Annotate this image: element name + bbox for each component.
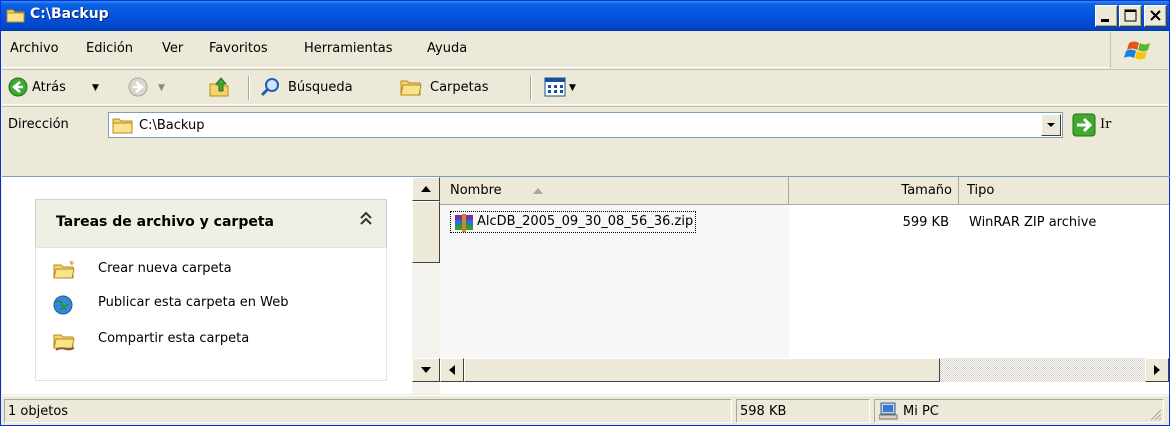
close-button[interactable] — [1144, 5, 1167, 27]
windows-logo — [1110, 32, 1168, 68]
go-label: Ir — [1100, 117, 1112, 132]
menu-ver[interactable]: Ver — [162, 41, 183, 56]
toolbar: Atrás ▼ ▼ Búsqueda Carpetas ▼ — [2, 69, 1168, 105]
file-type: WinRAR ZIP archive — [969, 215, 1097, 230]
menu-edicion[interactable]: Edición — [86, 41, 133, 56]
status-size-panel: 598 KB — [736, 399, 870, 423]
close-icon — [1150, 10, 1161, 21]
menu-ayuda[interactable]: Ayuda — [427, 41, 467, 56]
status-objects: 1 objetos — [8, 404, 69, 419]
arrow-up-icon — [421, 186, 431, 192]
folders-button[interactable]: Carpetas — [398, 70, 516, 104]
arrow-down-icon — [421, 367, 431, 373]
folders-icon — [400, 80, 422, 96]
views-dropdown-icon[interactable]: ▼ — [569, 83, 576, 93]
explorer-window: C:\Backup Archivo Edición Ver Favoritos … — [0, 0, 1170, 426]
menu-bar: Archivo Edición Ver Favoritos Herramient… — [2, 32, 1168, 68]
arrow-right-icon — [1154, 365, 1160, 375]
go-arrow-icon — [1072, 113, 1096, 137]
window-title: C:\Backup — [30, 6, 109, 22]
forward-arrow-icon — [128, 77, 148, 97]
horizontal-scrollbar[interactable] — [412, 358, 1169, 382]
scroll-right-button[interactable] — [1145, 358, 1169, 382]
scroll-left-button[interactable] — [440, 358, 464, 382]
toolbar-separator — [248, 76, 250, 100]
resize-grip-icon[interactable] — [1148, 407, 1162, 421]
menu-herramientas[interactable]: Herramientas — [304, 41, 393, 56]
collapse-chevron-icon[interactable] — [358, 210, 374, 228]
task-label: Crear nueva carpeta — [98, 261, 232, 276]
scroll-up-button[interactable] — [412, 177, 440, 201]
share-folder-icon — [53, 334, 75, 351]
status-objects-panel: 1 objetos — [4, 399, 732, 423]
minimize-icon — [1101, 19, 1109, 22]
folders-label: Carpetas — [430, 80, 489, 95]
column-label: Nombre — [450, 183, 502, 198]
folder-icon — [112, 118, 133, 134]
horizontal-scroll-thumb[interactable] — [464, 358, 940, 382]
maximize-button[interactable] — [1119, 5, 1142, 27]
maximize-icon — [1124, 9, 1137, 22]
status-size: 598 KB — [740, 404, 787, 419]
status-bar: 1 objetos 598 KB Mi PC — [2, 395, 1168, 425]
scroll-down-left-button[interactable] — [412, 358, 440, 382]
views-icon — [544, 77, 566, 97]
windows-flag-icon — [1124, 41, 1150, 60]
task-label: Compartir esta carpeta — [98, 331, 250, 346]
up-folder-button[interactable] — [206, 70, 234, 104]
address-bar: Dirección C:\Backup Ir — [2, 106, 1168, 142]
file-folder-tasks-panel: Tareas de archivo y carpeta Crear nueva … — [35, 199, 387, 381]
tasks-title: Tareas de archivo y carpeta — [56, 214, 274, 230]
menu-favoritos[interactable]: Favoritos — [209, 41, 268, 56]
back-arrow-icon — [8, 77, 28, 97]
file-row[interactable]: AlcDB_2005_09_30_08_56_36.zip 599 KB Win… — [440, 205, 1169, 237]
scroll-thumb[interactable] — [412, 201, 440, 263]
winrar-zip-icon — [455, 214, 473, 232]
status-zone: Mi PC — [903, 404, 939, 419]
file-name-cell[interactable]: AlcDB_2005_09_30_08_56_36.zip — [450, 211, 697, 233]
column-header: Nombre Tamaño Tipo — [440, 177, 1169, 205]
views-button[interactable]: ▼ — [542, 70, 588, 104]
column-label: Tamaño — [901, 183, 952, 198]
forward-button[interactable]: ▼ — [124, 70, 174, 104]
publish-web-icon — [53, 295, 73, 315]
menu-archivo[interactable]: Archivo — [10, 41, 59, 56]
my-computer-icon — [879, 402, 898, 420]
folder-icon — [6, 9, 25, 23]
column-size[interactable]: Tamaño — [789, 177, 959, 205]
up-folder-icon — [209, 77, 229, 97]
minimize-button[interactable] — [1095, 5, 1118, 27]
new-folder-icon — [53, 260, 75, 279]
task-pane: Tareas de archivo y carpeta Crear nueva … — [2, 177, 412, 394]
address-dropdown-button[interactable] — [1041, 114, 1061, 136]
horizontal-scroll-track[interactable] — [940, 358, 1145, 382]
search-button[interactable]: Búsqueda — [258, 70, 384, 104]
column-label: Tipo — [967, 183, 995, 198]
back-dropdown-icon[interactable]: ▼ — [92, 83, 99, 93]
toolbar-separator — [530, 76, 532, 100]
address-input[interactable]: C:\Backup — [108, 112, 1063, 138]
status-zone-panel: Mi PC — [874, 399, 1164, 423]
tasks-body: Crear nueva carpeta Publicar esta carpet… — [35, 247, 387, 381]
column-name[interactable]: Nombre — [440, 177, 789, 205]
search-label: Búsqueda — [288, 80, 353, 95]
address-value: C:\Backup — [139, 118, 205, 133]
go-button[interactable]: Ir — [1070, 111, 1164, 139]
forward-dropdown-icon[interactable]: ▼ — [158, 83, 165, 93]
tasks-header[interactable]: Tareas de archivo y carpeta — [35, 199, 387, 247]
chevron-down-icon — [1047, 123, 1055, 127]
search-icon — [260, 78, 279, 97]
file-name: AlcDB_2005_09_30_08_56_36.zip — [477, 214, 694, 229]
sort-ascending-icon — [533, 188, 543, 194]
back-button[interactable]: Atrás ▼ — [6, 70, 124, 104]
back-label: Atrás — [32, 80, 66, 95]
task-label: Publicar esta carpeta en Web — [98, 295, 289, 310]
column-type[interactable]: Tipo — [959, 177, 1169, 205]
arrow-left-icon — [449, 365, 455, 375]
address-label: Dirección — [8, 117, 69, 132]
file-size: 599 KB — [902, 215, 949, 230]
title-bar[interactable]: C:\Backup — [1, 1, 1169, 31]
